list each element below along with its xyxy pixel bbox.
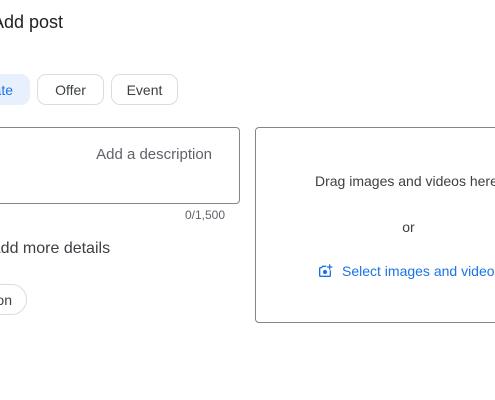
add-photo-icon (317, 263, 333, 279)
tab-offer[interactable]: Offer (37, 74, 104, 105)
add-post-dialog: Add post Add update Offer Event Add a de… (0, 0, 495, 400)
select-media-label: Select images and videos (342, 263, 495, 279)
character-counter: 0/1,500 (184, 208, 225, 222)
more-details-heading: Add more details (0, 240, 111, 257)
description-input[interactable]: Add a description (0, 127, 240, 204)
media-dropzone[interactable]: Drag images and videos here or Select im… (255, 127, 495, 323)
drag-instructions: Drag images and videos here (315, 173, 495, 189)
tab-add-update[interactable]: Add update (0, 74, 30, 105)
page-title: Add post (0, 12, 64, 32)
tab-event[interactable]: Event (111, 74, 178, 105)
or-separator: or (402, 219, 415, 235)
select-media-link[interactable]: Select images and videos (317, 263, 495, 279)
add-button-chip[interactable]: Add button (0, 284, 27, 315)
description-placeholder: Add a description (96, 146, 212, 163)
